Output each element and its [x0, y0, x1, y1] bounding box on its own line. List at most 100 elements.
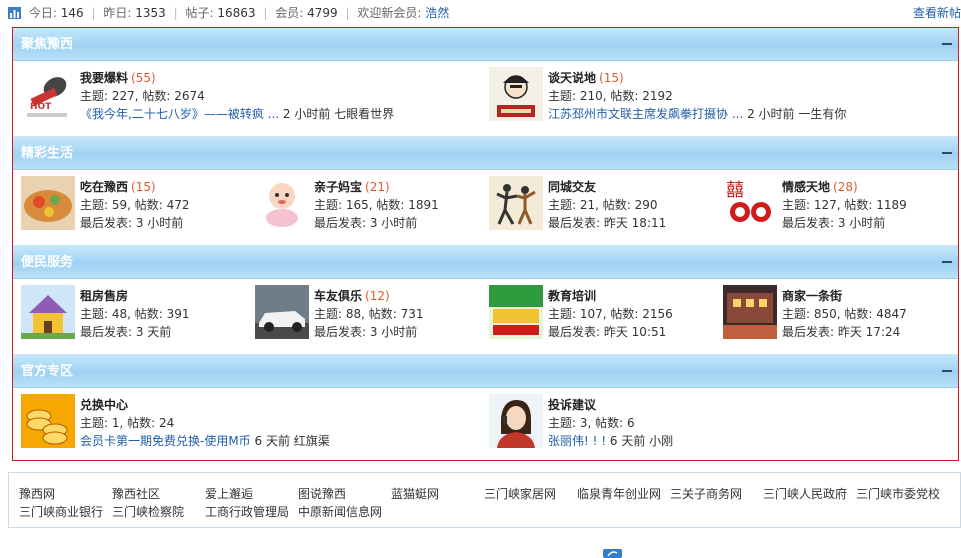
forum-info: 教育培训 主题: 107, 帖数: 2156 最后发表: 昨天 10:51: [548, 287, 673, 341]
members-label: 会员:: [275, 6, 304, 20]
today-posts: (15): [599, 71, 624, 85]
today-posts: (21): [365, 180, 390, 194]
forum-stats: 主题: 210, 帖数: 2192: [548, 89, 673, 103]
posts-count: 16863: [217, 6, 256, 20]
last-post-time: 最后发表: 3 天前: [80, 325, 172, 339]
today-posts: (15): [131, 180, 156, 194]
last-post-time: 最后发表: 昨天 17:24: [782, 325, 901, 339]
forum-name[interactable]: 亲子妈宝: [314, 180, 362, 194]
forum-thumbnail[interactable]: [489, 394, 543, 448]
last-post-time: 最后发表: 昨天 18:11: [548, 216, 667, 230]
forum-item: 谈天说地 (15) 主题: 210, 帖数: 2192 江苏邳州市文联主席发飙拳打…: [489, 67, 949, 123]
forum-name[interactable]: 我要爆料: [80, 71, 128, 85]
forum-thumbnail[interactable]: [255, 285, 309, 339]
friend-link[interactable]: 图说豫西: [298, 485, 391, 503]
forum-info: 同城交友 主题: 21, 帖数: 290 最后发表: 昨天 18:11: [548, 178, 666, 232]
forum-info: 我要爆料 (55) 主题: 227, 帖数: 2674 《我今年,二十七八岁》——…: [80, 69, 394, 123]
forum-thumbnail[interactable]: [21, 176, 75, 230]
last-post-time: 最后发表: 3 小时前: [314, 325, 418, 339]
last-post-time: 最后发表: 3 小时前: [782, 216, 886, 230]
bar-chart-icon: [8, 7, 21, 19]
friend-link[interactable]: 三门峡检察院: [112, 503, 205, 521]
today-posts: (28): [833, 180, 858, 194]
last-post-time: 最后发表: 昨天 10:51: [548, 325, 667, 339]
category-title[interactable]: 精彩生活: [13, 146, 73, 161]
category-body: 兑换中心 主题: 1, 帖数: 24 会员卡第一期免费兑换-使用M币 6 天前 …: [13, 388, 958, 463]
minus-icon[interactable]: [942, 152, 952, 154]
forum-item: 亲子妈宝 (21) 主题: 165, 帖数: 1891 最后发表: 3 小时前: [255, 176, 485, 232]
forum-name[interactable]: 兑换中心: [80, 398, 128, 412]
forum-name[interactable]: 教育培训: [548, 289, 596, 303]
friend-link[interactable]: 中原新闻信息网: [298, 503, 391, 521]
divider: |: [345, 6, 350, 20]
posts-label: 帖子:: [185, 6, 214, 20]
minus-icon[interactable]: [942, 261, 952, 263]
newest-member-link[interactable]: 浩然: [425, 6, 449, 20]
yesterday-label: 昨日:: [103, 6, 132, 20]
forum-thumbnail[interactable]: [21, 285, 75, 339]
forum-stats: 主题: 3, 帖数: 6: [548, 416, 635, 430]
friend-link[interactable]: 豫西网: [19, 485, 112, 503]
friend-link[interactable]: 三关子商务网: [670, 485, 763, 503]
forum-stats: 主题: 165, 帖数: 1891: [314, 198, 439, 212]
forum-name[interactable]: 情感天地: [782, 180, 830, 194]
last-post-link[interactable]: 会员卡第一期免费兑换-使用M币: [80, 434, 251, 448]
category-header: 聚焦豫西: [13, 28, 958, 61]
forum-stats: 主题: 227, 帖数: 2674: [80, 89, 205, 103]
forum-thumbnail[interactable]: [489, 285, 543, 339]
friend-link[interactable]: 三门峡商业银行: [19, 503, 112, 521]
friend-link[interactable]: 爱上邂逅: [205, 485, 298, 503]
refresh-icon[interactable]: [603, 549, 622, 558]
forum-info: 亲子妈宝 (21) 主题: 165, 帖数: 1891 最后发表: 3 小时前: [314, 178, 439, 232]
friend-link[interactable]: 三门峡人民政府: [763, 485, 856, 503]
members-count: 4799: [307, 6, 338, 20]
last-post-link[interactable]: 张丽伟! ! !: [548, 434, 606, 448]
forum-thumbnail[interactable]: [489, 67, 543, 121]
forum-item: 同城交友 主题: 21, 帖数: 290 最后发表: 昨天 18:11: [489, 176, 719, 232]
forum-name[interactable]: 同城交友: [548, 180, 596, 194]
minus-icon[interactable]: [942, 43, 952, 45]
forum-thumbnail[interactable]: [21, 394, 75, 448]
stats-bar: 今日: 146 | 昨日: 1353 | 帖子: 16863 | 会员: 479…: [8, 4, 961, 22]
forum-thumbnail[interactable]: [723, 285, 777, 339]
forum-item: 投诉建议 主题: 3, 帖数: 6 张丽伟! ! ! 6 天前 小刚: [489, 394, 949, 450]
forum-name[interactable]: 商家一条街: [782, 289, 842, 303]
divider: |: [263, 6, 268, 20]
forum-stats: 主题: 1, 帖数: 24: [80, 416, 175, 430]
forum-info: 投诉建议 主题: 3, 帖数: 6 张丽伟! ! ! 6 天前 小刚: [548, 396, 673, 450]
friend-link[interactable]: 工商行政管理局: [205, 503, 298, 521]
friend-link[interactable]: 临泉青年创业网: [577, 485, 670, 503]
last-post-info: 6 天前 小刚: [606, 434, 674, 448]
category-header: 精彩生活: [13, 137, 958, 170]
view-new-posts-link[interactable]: 查看新帖: [913, 4, 961, 22]
forum-name[interactable]: 投诉建议: [548, 398, 596, 412]
forum-name[interactable]: 谈天说地: [548, 71, 596, 85]
last-post-link[interactable]: 《我今年,二十七八岁》——被转疯 ...: [80, 107, 279, 121]
forum-thumbnail[interactable]: [255, 176, 309, 230]
divider: |: [173, 6, 178, 20]
forum-info: 车友俱乐 (12) 主题: 88, 帖数: 731 最后发表: 3 小时前: [314, 287, 424, 341]
forum-stats: 主题: 48, 帖数: 391: [80, 307, 190, 321]
svg-text:囍: 囍: [726, 180, 744, 201]
category-title[interactable]: 官方专区: [13, 364, 73, 379]
forum-name[interactable]: 吃在豫西: [80, 180, 128, 194]
category-title[interactable]: 便民服务: [13, 255, 73, 270]
friend-link[interactable]: 三门峡家居网: [484, 485, 577, 503]
forum-name[interactable]: 车友俱乐: [314, 289, 362, 303]
friend-link[interactable]: 蓝猫蜓网: [391, 485, 484, 503]
friend-link[interactable]: 豫西社区: [112, 485, 205, 503]
forum-thumbnail[interactable]: HOT: [21, 67, 75, 121]
forum-stats: 主题: 21, 帖数: 290: [548, 198, 658, 212]
last-post-link[interactable]: 江苏邳州市文联主席发飙拳打摄协 ...: [548, 107, 743, 121]
category-title[interactable]: 聚焦豫西: [13, 37, 73, 52]
minus-icon[interactable]: [942, 370, 952, 372]
last-post-info: 6 天前 红旗渠: [250, 434, 330, 448]
forum-item: 教育培训 主题: 107, 帖数: 2156 最后发表: 昨天 10:51: [489, 285, 719, 341]
last-post-info: 2 小时前 七眼看世界: [279, 107, 395, 121]
forum-item: 租房售房 主题: 48, 帖数: 391 最后发表: 3 天前: [21, 285, 251, 341]
friend-link[interactable]: 三门峡市委党校: [856, 485, 949, 503]
today-posts: (55): [131, 71, 156, 85]
forum-name[interactable]: 租房售房: [80, 289, 128, 303]
forum-thumbnail[interactable]: [489, 176, 543, 230]
forum-thumbnail[interactable]: 囍: [723, 176, 777, 230]
